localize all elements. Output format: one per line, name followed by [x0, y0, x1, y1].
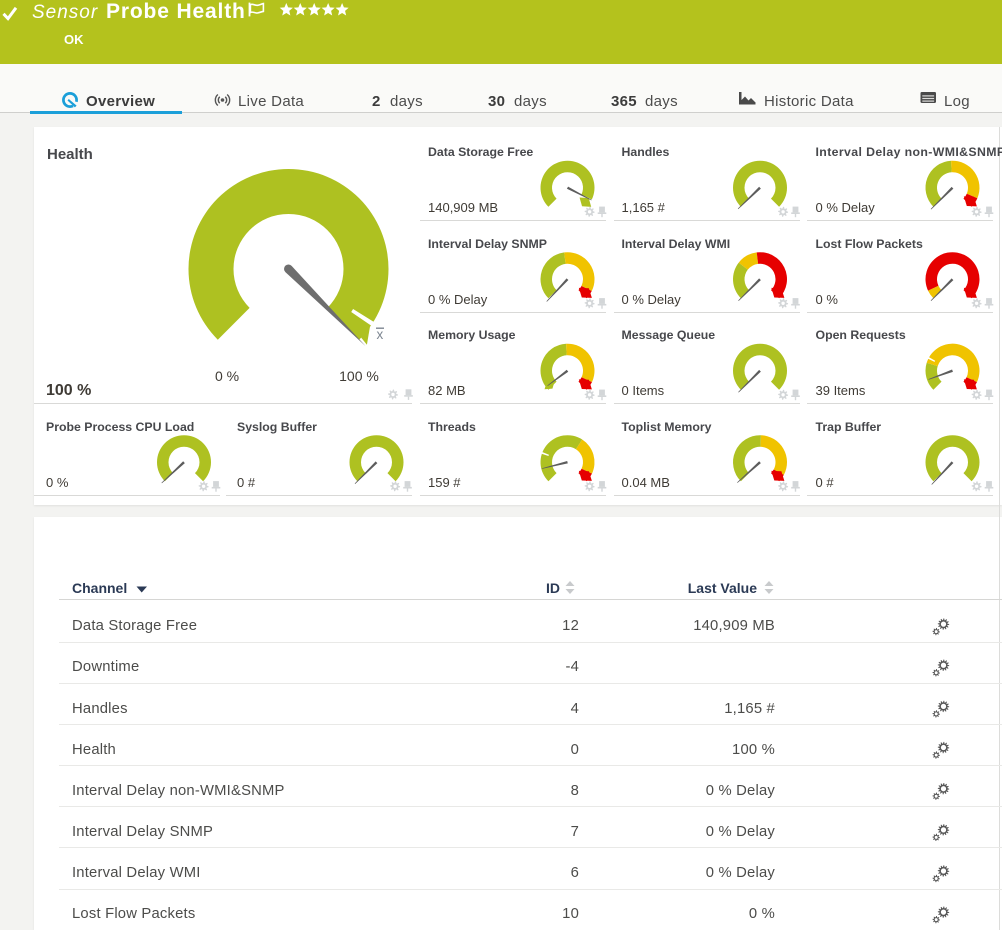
svg-text:x: x — [377, 327, 384, 342]
